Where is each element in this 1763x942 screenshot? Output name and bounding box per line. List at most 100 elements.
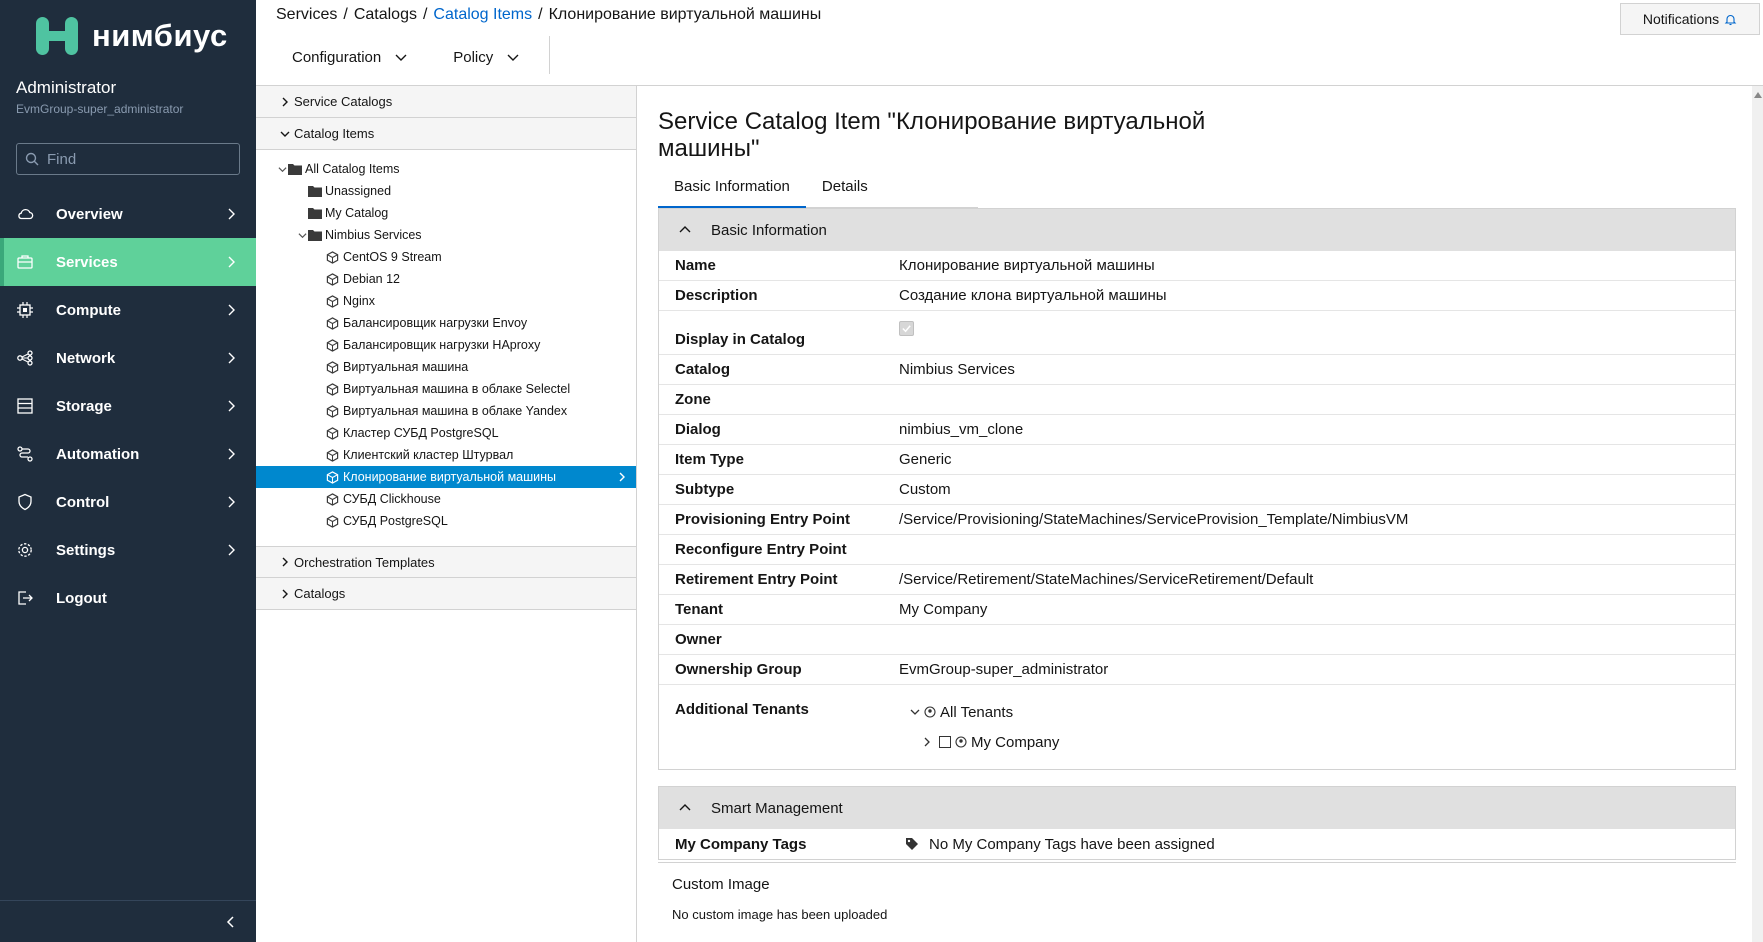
tree-node-catalog-item[interactable]: Виртуальная машина в облаке Yandex [256,400,636,422]
tenant-node-my-company[interactable]: My Company [899,727,1735,757]
nav-storage[interactable]: Storage [0,382,256,430]
tree-node-label: Виртуальная машина в облаке Yandex [343,404,568,418]
nav-overview[interactable]: Overview [0,190,256,238]
tree-node-catalog-item[interactable]: Балансировщик нагрузки Envoy [256,312,636,334]
user-name[interactable]: Administrator [16,78,116,98]
cube-icon [326,360,340,374]
breadcrumb-catalog-items[interactable]: Catalog Items [433,6,532,23]
nav-settings-label: Settings [56,541,116,559]
tree-node-catalog-item[interactable]: Виртуальная машина [256,356,636,378]
tenant-node-all[interactable]: All Tenants [899,697,1735,727]
tree-node-unassigned[interactable]: Unassigned [256,180,636,202]
accordion-label: Service Catalogs [294,94,393,109]
chevron-right-icon [228,544,235,556]
accordion-catalogs[interactable]: Catalogs [256,578,636,610]
accordion-orchestration-templates[interactable]: Orchestration Templates [256,546,636,578]
accordion-label: Catalogs [294,586,346,601]
logo-text: нимбиус [92,18,228,53]
toolbar-divider [549,36,550,74]
search-input[interactable] [47,150,237,168]
tree-node-all-catalog-items[interactable]: All Catalog Items [256,158,636,180]
search-field[interactable] [16,143,240,175]
tenant-icon [955,736,967,748]
cube-icon [326,448,340,462]
tree-node-catalog-item[interactable]: Виртуальная машина в облаке Selectel [256,378,636,400]
tree-node-catalog-item[interactable]: Балансировщик нагрузки HAproxy [256,334,636,356]
automation-icon [16,445,34,463]
catalog-items-tree: All Catalog Items Unassigned My Catalog … [256,150,636,546]
cube-icon [326,316,340,330]
sidebar-collapse-button[interactable] [0,900,256,942]
chevron-right-icon [228,448,235,460]
row-label: Catalog [675,361,731,378]
row-label: Tenant [675,601,724,618]
configuration-dropdown[interactable]: Configuration [276,49,407,66]
breadcrumb-separator: / [422,6,428,23]
brand-logo[interactable]: нимбиус [34,14,228,58]
tree-node-catalog-item[interactable]: Клонирование виртуальной машины [256,466,636,488]
chevron-right-icon [282,589,288,598]
policy-dropdown[interactable]: Policy [437,49,519,66]
tree-node-catalog-item[interactable]: СУБД PostgreSQL [256,510,636,532]
chevron-right-icon [282,557,288,567]
accordion-service-catalogs[interactable]: Service Catalogs [256,86,636,118]
notifications-button[interactable]: Notifications [1620,3,1760,35]
chevron-right-icon [228,208,235,220]
bell-icon [1724,14,1737,25]
tree-node-nimbius-services[interactable]: Nimbius Services [256,224,636,246]
tags-value: No My Company Tags have been assigned [929,835,1215,853]
tree-node-label: CentOS 9 Stream [343,250,442,264]
tenant-label: All Tenants [940,703,1014,721]
scrollbar[interactable] [1752,86,1763,942]
nav-settings[interactable]: Settings [0,526,256,574]
nav-control-label: Control [56,493,110,511]
accordion-catalog-items[interactable]: Catalog Items [256,118,636,150]
tree-node-label: Балансировщик нагрузки Envoy [343,316,528,330]
tree-node-catalog-item[interactable]: Debian 12 [256,268,636,290]
chevron-up-icon [679,804,691,811]
tree-node-catalog-item[interactable]: Клиентский кластер Штурвал [256,444,636,466]
cube-icon [326,426,340,440]
table-row: Dialog nimbius_vm_clone [659,415,1735,445]
cube-icon [326,492,340,506]
tree-collapse-toggle[interactable] [276,163,288,175]
tree-collapse-toggle[interactable] [296,229,308,241]
tab-basic-information[interactable]: Basic Information [658,168,806,209]
section-title: Basic Information [711,221,827,239]
tree-node-catalog-item[interactable]: Nginx [256,290,636,312]
table-row: My Company Tags No My Company Tags have … [659,829,1735,859]
breadcrumb-services[interactable]: Services [276,6,337,23]
nav-services[interactable]: Services [0,238,256,286]
nav-automation[interactable]: Automation [0,430,256,478]
tree-node-label: Nginx [343,294,375,308]
folder-icon [288,163,302,176]
chevron-right-icon [228,352,235,364]
nav-network[interactable]: Network [0,334,256,382]
breadcrumb-catalogs[interactable]: Catalogs [354,6,417,23]
table-row: Ownership Group EvmGroup-super_administra… [659,655,1735,685]
main-content: Service Catalog Item "Клонирование вирту… [638,86,1750,942]
row-label: Additional Tenants [675,701,809,718]
smart-management-section: Smart Management My Company Tags No My C… [658,786,1736,860]
breadcrumb-current: Клонирование виртуальной машины [548,6,822,23]
nav-compute[interactable]: Compute [0,286,256,334]
scroll-up-icon[interactable] [1754,92,1762,98]
tree-node-catalog-item[interactable]: Кластер СУБД PostgreSQL [256,422,636,444]
smart-management-header[interactable]: Smart Management [659,787,1735,829]
tree-node-label: Виртуальная машина [343,360,469,374]
tree-node-my-catalog[interactable]: My Catalog [256,202,636,224]
nav-control[interactable]: Control [0,478,256,526]
basic-information-header[interactable]: Basic Information [659,209,1735,251]
row-value: /Service/Provisioning/StateMachines/Serv… [899,511,1409,528]
chevron-up-icon [679,226,691,233]
tenant-icon [924,706,936,718]
tree-node-catalog-item[interactable]: СУБД Clickhouse [256,488,636,510]
tab-details[interactable]: Details [806,168,884,208]
shield-icon [16,493,34,511]
section-title: Smart Management [711,799,843,817]
nav-logout[interactable]: Logout [0,574,256,622]
tree-node-catalog-item[interactable]: CentOS 9 Stream [256,246,636,268]
tenant-checkbox[interactable] [939,736,951,748]
table-row: Description Создание клона виртуальной ма… [659,281,1735,311]
table-row: Tenant My Company [659,595,1735,625]
